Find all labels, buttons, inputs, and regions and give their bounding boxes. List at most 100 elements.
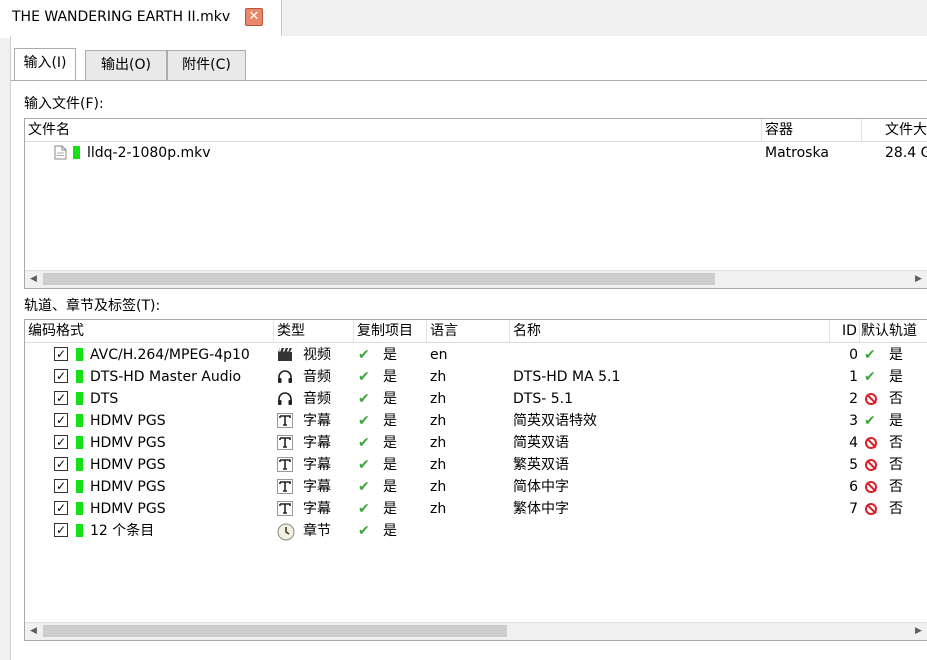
track-codec: HDMV PGS: [90, 457, 166, 473]
input-file-row[interactable]: lldq-2-1080p.mkv Matroska 28.4 G: [25, 142, 927, 164]
check-icon: ✔: [358, 501, 370, 517]
track-language: [430, 520, 508, 542]
track-checkbox[interactable]: ✓: [54, 501, 68, 515]
scroll-thumb[interactable]: [43, 625, 507, 637]
track-row[interactable]: ✓ HDMV PGS 字幕 ✔ 是 zh 繁体中字 7 否: [25, 498, 927, 520]
scroll-right-icon[interactable]: ▶: [910, 623, 927, 640]
track-type: 章节: [303, 523, 331, 539]
check-icon: ✔: [864, 369, 876, 385]
track-row[interactable]: ✓ HDMV PGS 字幕 ✔ 是 zh 繁英双语 5 否: [25, 454, 927, 476]
track-default: 否: [889, 391, 903, 407]
check-icon: ✔: [864, 413, 876, 429]
document-tab-bar: THE WANDERING EARTH II.mkv ✕: [0, 0, 927, 38]
input-files-list[interactable]: 文件名 容器 文件大 lldq-2-1080p.mkv Matroska 28.…: [24, 118, 927, 289]
tracks-list[interactable]: 编码格式 类型 复制项目 语言 名称 ID 默认轨道 ✓ AVC/H.264/MP…: [24, 319, 927, 641]
column-header-filename[interactable]: 文件名: [25, 119, 762, 141]
track-default: 是: [889, 413, 903, 429]
check-icon: ✔: [864, 347, 876, 363]
clock-icon: [277, 520, 297, 545]
column-header-filesize[interactable]: 文件大: [862, 119, 927, 141]
scroll-left-icon[interactable]: ◀: [25, 271, 42, 288]
enabled-marker: [73, 146, 80, 159]
track-copy: 是: [383, 347, 397, 363]
track-type: 音频: [303, 391, 331, 407]
track-checkbox[interactable]: ✓: [54, 457, 68, 471]
check-icon: ✔: [358, 479, 370, 495]
track-name: [513, 520, 828, 542]
no-entry-icon: [865, 454, 883, 476]
track-row[interactable]: ✓ HDMV PGS 字幕 ✔ 是 zh 简英双语 4 否: [25, 432, 927, 454]
column-header-codec[interactable]: 编码格式: [25, 320, 274, 342]
track-id: 2: [849, 391, 858, 407]
track-row[interactable]: ✓ HDMV PGS 字幕 ✔ 是 zh 简体中字 6 否: [25, 476, 927, 498]
track-row[interactable]: ✓ DTS 音频 ✔ 是 zh DTS- 5.1 2 否: [25, 388, 927, 410]
track-name: DTS-HD MA 5.1: [513, 369, 621, 385]
track-default: 是: [889, 347, 903, 363]
track-codec: HDMV PGS: [90, 435, 166, 451]
track-row[interactable]: ✓ DTS-HD Master Audio 音频 ✔ 是 zh DTS-HD MA 5.1 1…: [25, 366, 927, 388]
track-type: 音频: [303, 369, 331, 385]
track-row[interactable]: ✓ HDMV PGS 字幕 ✔ 是 zh 简英双语特效 3 ✔ 是: [25, 410, 927, 432]
column-header-language[interactable]: 语言: [427, 320, 510, 342]
tracks-scrollbar[interactable]: ◀ ▶: [25, 622, 927, 640]
track-name: 繁英双语: [513, 457, 569, 473]
input-files-header: 文件名 容器 文件大: [25, 119, 927, 142]
track-checkbox[interactable]: ✓: [54, 523, 68, 537]
track-type: 字幕: [303, 435, 331, 451]
track-checkbox[interactable]: ✓: [54, 479, 68, 493]
tab-divider: [11, 80, 927, 81]
check-icon: ✔: [358, 523, 370, 539]
track-name: 简英双语: [513, 435, 569, 451]
track-id: 7: [849, 501, 858, 517]
check-icon: ✔: [358, 435, 370, 451]
column-header-copy[interactable]: 复制项目: [354, 320, 427, 342]
input-files-label: 输入文件(F):: [24, 96, 104, 112]
track-row[interactable]: ✓ 12 个条目 章节 ✔ 是: [25, 520, 927, 542]
enabled-marker: [76, 502, 83, 515]
check-icon: ✔: [358, 457, 370, 473]
column-header-type[interactable]: 类型: [274, 320, 354, 342]
document-tab[interactable]: THE WANDERING EARTH II.mkv ✕: [0, 0, 282, 38]
file-container: Matroska: [765, 145, 829, 161]
track-language: zh: [430, 457, 447, 473]
track-copy: 是: [383, 391, 397, 407]
track-name: [513, 344, 828, 366]
track-checkbox[interactable]: ✓: [54, 435, 68, 449]
enabled-marker: [76, 348, 83, 361]
track-copy: 是: [383, 369, 397, 385]
track-copy: 是: [383, 479, 397, 495]
column-header-default[interactable]: 默认轨道: [860, 320, 927, 342]
column-header-id[interactable]: ID: [830, 320, 860, 342]
close-icon[interactable]: ✕: [245, 8, 263, 26]
track-codec: HDMV PGS: [90, 501, 166, 517]
no-entry-icon: [865, 432, 883, 454]
track-copy: 是: [383, 413, 397, 429]
track-codec: HDMV PGS: [90, 479, 166, 495]
enabled-marker: [76, 524, 83, 537]
track-checkbox[interactable]: ✓: [54, 369, 68, 383]
tab-attachments[interactable]: 附件(C): [167, 50, 246, 80]
tab-output[interactable]: 输出(O): [85, 50, 167, 80]
scroll-thumb[interactable]: [43, 273, 715, 285]
track-checkbox[interactable]: ✓: [54, 347, 68, 361]
track-type: 视频: [303, 347, 331, 363]
track-id: 1: [849, 369, 858, 385]
main-panel: 输入(I) 输出(O) 附件(C) 输入文件(F): 文件名 容器 文件大 ll…: [10, 36, 927, 660]
input-files-scrollbar[interactable]: ◀ ▶: [25, 270, 927, 288]
track-checkbox[interactable]: ✓: [54, 413, 68, 427]
track-language: en: [430, 347, 448, 363]
track-codec: HDMV PGS: [90, 413, 166, 429]
tab-input[interactable]: 输入(I): [14, 48, 76, 80]
column-header-container[interactable]: 容器: [762, 119, 862, 141]
column-header-name[interactable]: 名称: [510, 320, 830, 342]
track-checkbox[interactable]: ✓: [54, 391, 68, 405]
track-row[interactable]: ✓ AVC/H.264/MPEG-4p10 视频 ✔ 是 en 0 ✔ 是: [25, 344, 927, 366]
enabled-marker: [76, 392, 83, 405]
track-name: DTS- 5.1: [513, 391, 573, 407]
track-language: zh: [430, 413, 447, 429]
scroll-left-icon[interactable]: ◀: [25, 623, 42, 640]
track-language: zh: [430, 479, 447, 495]
track-type: 字幕: [303, 413, 331, 429]
enabled-marker: [76, 480, 83, 493]
scroll-right-icon[interactable]: ▶: [910, 271, 927, 288]
